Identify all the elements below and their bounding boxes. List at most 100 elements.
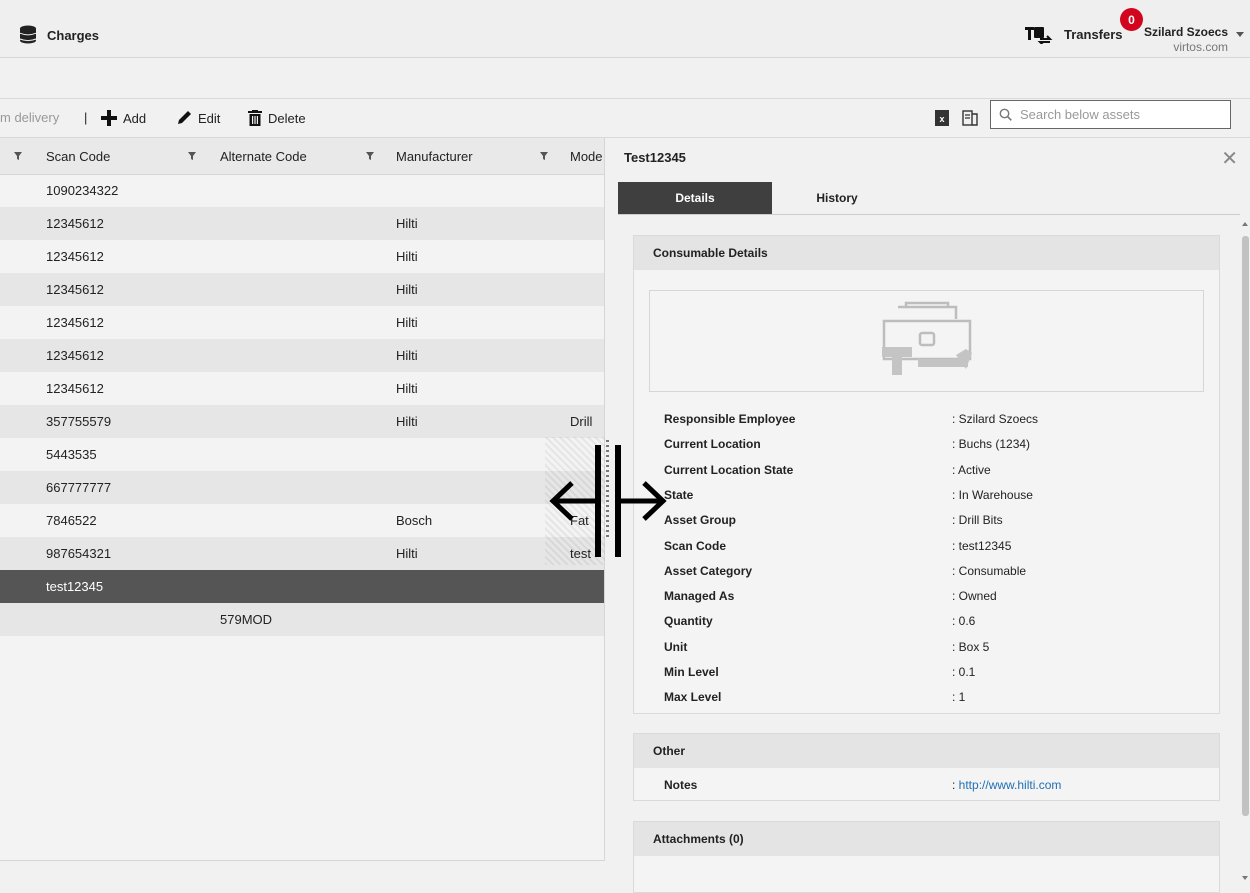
subheader-band [0, 58, 1250, 99]
search-icon [999, 108, 1012, 121]
tab-label: History [816, 191, 858, 205]
user-domain: virtos.com [1173, 40, 1228, 54]
edit-icon [178, 111, 191, 124]
table-row[interactable]: 7846522BoschFat [0, 504, 604, 537]
detail-value: : 1 [952, 690, 966, 705]
table-row[interactable]: 987654321Hiltitest [0, 537, 604, 570]
table-cell-manufacturer: Bosch [396, 513, 433, 528]
table-cell-scan-code: 12345612 [46, 315, 104, 330]
delete-button[interactable]: Delete [248, 110, 306, 126]
table-row[interactable]: test12345 [0, 570, 604, 603]
table-row[interactable]: 12345612 Hilti [0, 372, 604, 405]
user-menu[interactable]: Szilard Szoecs virtos.com [1144, 25, 1228, 54]
charges-nav[interactable]: Charges [19, 25, 99, 45]
truncated-toolbar-item[interactable]: m delivery [0, 110, 59, 125]
detail-value: : Buchs (1234) [952, 437, 1031, 452]
separator-text: | [84, 110, 88, 125]
transfers-count-badge: 0 [1120, 8, 1143, 31]
table-row[interactable]: 1090234322 [0, 174, 604, 207]
table-row[interactable]: 357755579 Hilti Drill [0, 405, 604, 438]
table-row[interactable]: 12345612 Hilti [0, 339, 604, 372]
column-label: Manufacturer [396, 148, 473, 164]
add-label: Add [123, 110, 147, 126]
table-row[interactable]: 579MOD [0, 603, 604, 636]
columns-icon[interactable] [962, 110, 978, 126]
transfers-icon [1025, 27, 1053, 44]
table-cell-model [570, 603, 600, 636]
chevron-down-icon[interactable] [1236, 32, 1244, 37]
table-cell-scan-code: 12345612 [46, 216, 104, 231]
detail-label: Quantity [664, 614, 713, 629]
column-label: Mode [570, 148, 603, 164]
table-row[interactable]: 12345612 Hilti [0, 240, 604, 273]
table-cell-manufacturer: Hilti [396, 216, 418, 231]
table-cell-model [570, 372, 600, 405]
filter-icon[interactable] [540, 138, 548, 174]
table-row[interactable]: 12345612 Hilti [0, 306, 604, 339]
table-header: Scan Code Alternate Code Manufacturer Mo… [0, 138, 604, 175]
table-cell-model [570, 339, 600, 372]
scroll-up-arrow[interactable] [1242, 222, 1248, 226]
database-icon [19, 25, 37, 44]
filter-icon[interactable] [366, 138, 374, 174]
notes-link[interactable]: http://www.hilti.com [959, 778, 1062, 792]
detail-label: Scan Code [664, 538, 727, 553]
table-cell-manufacturer: Hilti [396, 381, 418, 396]
detail-value: : 0.1 [952, 665, 976, 679]
add-button[interactable]: Add [101, 110, 146, 126]
table-row[interactable]: 667777777 [0, 471, 604, 504]
excel-export-icon[interactable]: x [935, 110, 949, 126]
detail-label: Managed As [664, 589, 735, 604]
other-section: Other Notes : http://www.hilti.com [633, 733, 1220, 801]
table-cell-alternate-code: 579MOD [220, 612, 273, 627]
detail-value: : test12345 [952, 538, 1012, 553]
column-header-alternate-code[interactable]: Alternate Code [220, 138, 307, 174]
asset-details-panel: Test12345 ✕ Details History Consumable D… [606, 138, 1250, 893]
search-input[interactable] [1018, 106, 1222, 123]
filter-icon[interactable] [188, 138, 196, 174]
attachments-section: Attachments (0) [633, 821, 1220, 893]
toolbox-placeholder-icon [882, 301, 972, 375]
detail-value: : 0.6 [952, 614, 976, 629]
edit-label: Edit [198, 110, 221, 126]
notes-prefix: : [952, 778, 959, 792]
column-header-scan-code[interactable]: Scan Code [46, 138, 110, 174]
table-cell-model [570, 207, 600, 240]
panel-scrollbar-thumb[interactable] [1242, 236, 1249, 816]
panel-title: Test12345 [624, 150, 686, 165]
detail-value: : Owned [952, 589, 997, 604]
table-row[interactable]: 5443535 [0, 438, 604, 471]
transfers-button[interactable]: Transfers [1024, 24, 1123, 44]
table-cell-scan-code: 357755579 [46, 414, 112, 429]
detail-label: Min Level [664, 665, 719, 679]
table-cell-scan-code: 12345612 [46, 249, 104, 264]
tab-history[interactable]: History [772, 182, 902, 214]
table-cell-scan-code: 12345612 [46, 282, 104, 297]
table-cell-manufacturer: Hilti [396, 348, 418, 363]
table-cell-scan-code: 12345612 [46, 348, 104, 363]
detail-label: Asset Category [664, 563, 753, 578]
delete-label: Delete [268, 110, 306, 126]
edit-button[interactable]: Edit [176, 110, 220, 126]
charges-label: Charges [47, 27, 100, 43]
scroll-down-arrow[interactable] [1242, 876, 1248, 880]
close-icon[interactable]: ✕ [1221, 146, 1238, 171]
filter-icon[interactable] [14, 138, 22, 174]
details-tabs: Details History [618, 182, 1240, 215]
column-header-model[interactable]: Mode [570, 138, 603, 174]
detail-value: : Consumable [952, 563, 1027, 578]
table-row[interactable]: 12345612 Hilti [0, 273, 604, 306]
column-header-manufacturer[interactable]: Manufacturer [396, 138, 473, 174]
add-icon [101, 110, 117, 126]
table-row[interactable]: 12345612 Hilti [0, 207, 604, 240]
detail-value: : Box 5 [952, 639, 990, 654]
top-bar: Charges Transfers 0 Szilard Szoecs virto… [0, 0, 1250, 58]
detail-label: Asset Group [664, 513, 737, 528]
detail-value: : Szilard Szoecs [952, 412, 1039, 426]
table-cell-model [570, 306, 600, 339]
detail-value: : Active [952, 462, 991, 477]
search-box[interactable] [990, 100, 1231, 129]
tab-details[interactable]: Details [618, 182, 772, 214]
assets-table: Scan Code Alternate Code Manufacturer Mo… [0, 138, 605, 861]
truncated-toolbar-label: m delivery [0, 110, 60, 125]
